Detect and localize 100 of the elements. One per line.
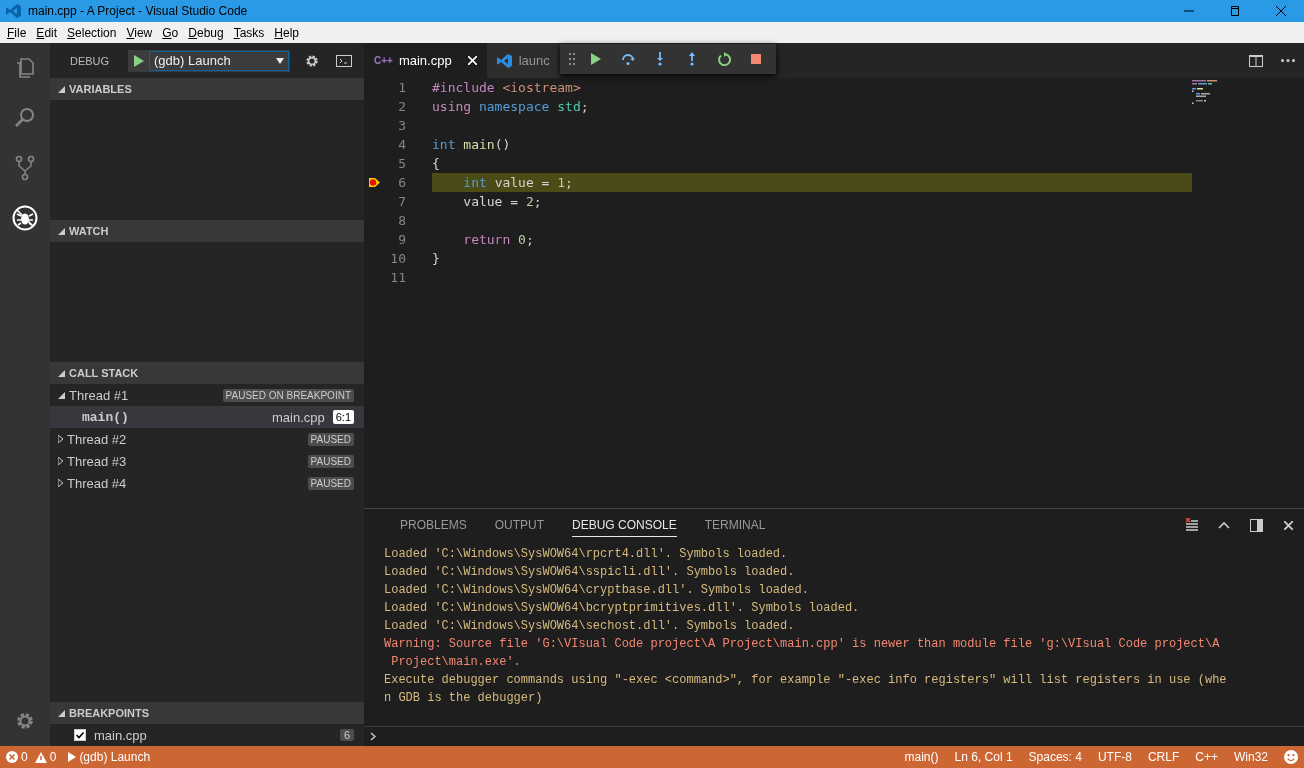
menu-item[interactable]: Tasks bbox=[228, 25, 270, 40]
smiley-icon[interactable] bbox=[1284, 750, 1298, 764]
thread-row[interactable]: Thread #4 PAUSED bbox=[50, 472, 364, 494]
error-count: 0 bbox=[21, 750, 28, 764]
collapsed-arrow-icon[interactable] bbox=[58, 457, 63, 465]
section-header[interactable]: BREAKPOINTS bbox=[50, 702, 364, 724]
code-line: using namespace std; bbox=[432, 98, 590, 116]
cpp-file-icon: C++ bbox=[374, 55, 393, 66]
step-over-icon[interactable] bbox=[620, 53, 635, 65]
console-line: Execute debugger commands using "-exec <command>", for example "-exec info registers" will list registers in use (whe bbox=[384, 672, 1228, 689]
editor-tab[interactable]: launc bbox=[486, 43, 560, 78]
line-number: 7 bbox=[397, 194, 406, 209]
line-number: 4 bbox=[397, 137, 406, 152]
thread-label: Thread #2 bbox=[67, 431, 128, 447]
breakpoint-icon[interactable] bbox=[367, 177, 381, 188]
panel-layout-icon[interactable] bbox=[1249, 518, 1263, 532]
play-icon bbox=[134, 54, 144, 67]
line-number: 6 bbox=[397, 175, 406, 190]
thread-row[interactable]: Thread #1 PAUSED ON BREAKPOINT bbox=[50, 384, 364, 406]
status-item[interactable]: Win32 bbox=[1234, 750, 1268, 764]
status-item[interactable]: C++ bbox=[1195, 750, 1218, 764]
line-number: 5 bbox=[397, 156, 406, 171]
panel-tab[interactable]: PROBLEMS bbox=[400, 513, 467, 537]
collapsed-arrow-icon[interactable] bbox=[58, 435, 63, 443]
close-icon[interactable] bbox=[1276, 6, 1286, 16]
split-editor-icon[interactable] bbox=[1249, 54, 1263, 67]
step-out-icon[interactable] bbox=[687, 52, 696, 66]
section-title: VARIABLES bbox=[69, 83, 132, 95]
drag-handle-icon[interactable] bbox=[568, 53, 575, 65]
play-icon bbox=[68, 752, 77, 762]
section-header[interactable]: VARIABLES bbox=[50, 78, 364, 100]
console-icon[interactable] bbox=[336, 54, 352, 67]
source-control-icon[interactable] bbox=[13, 155, 37, 181]
code-line: #include <iostream> bbox=[432, 79, 582, 97]
panel-tab[interactable]: OUTPUT bbox=[494, 513, 545, 537]
expanded-arrow-icon[interactable] bbox=[58, 85, 65, 93]
warning-count: 0 bbox=[49, 750, 57, 764]
code-line: value = 2; bbox=[462, 193, 543, 211]
line-number: 11 bbox=[389, 270, 406, 285]
line-number: 9 bbox=[397, 232, 406, 247]
sidebar-title: DEBUG bbox=[70, 54, 111, 67]
editor-tab[interactable]: C++ main.cpp bbox=[364, 43, 487, 78]
frame-file: main.cpp bbox=[271, 409, 325, 425]
chevron-up-icon[interactable] bbox=[1218, 521, 1230, 529]
configuration-dropdown[interactable]: (gdb) Launch bbox=[149, 50, 289, 71]
status-item[interactable]: main() bbox=[904, 750, 939, 764]
more-actions-icon[interactable] bbox=[1281, 59, 1295, 62]
status-badge: PAUSED ON BREAKPOINT bbox=[222, 388, 354, 402]
panel-tab[interactable]: DEBUG CONSOLE bbox=[572, 513, 677, 537]
expanded-arrow-icon[interactable] bbox=[58, 391, 65, 399]
menu-item[interactable]: Edit bbox=[31, 25, 63, 40]
dropdown-caret-icon bbox=[276, 57, 284, 64]
console-line: Loaded 'C:\Windows\SysWOW64\rpcrt4.dll'. Symbols loaded. bbox=[384, 546, 789, 563]
step-into-icon[interactable] bbox=[655, 52, 664, 66]
expanded-arrow-icon[interactable] bbox=[58, 369, 65, 377]
frame-position: 6:1 bbox=[332, 410, 354, 424]
section-title: WATCH bbox=[69, 225, 109, 237]
menu-item[interactable]: View bbox=[121, 25, 158, 40]
stop-icon[interactable] bbox=[750, 54, 761, 64]
restart-icon[interactable] bbox=[716, 52, 731, 66]
code-editor[interactable]: 1 #include <iostream> 2 using namespace std; 3 4 int main() 5 { 6 int value = 1; 7 value = 2; 8 9 return 0; 10 } 11 bbox=[364, 78, 1192, 508]
line-number: 2 bbox=[397, 99, 406, 114]
console-line: Loaded 'C:\Windows\SysWOW64\cryptbase.dll'. Symbols loaded. bbox=[384, 582, 810, 599]
expanded-arrow-icon[interactable] bbox=[58, 227, 65, 235]
menu-item[interactable]: Selection bbox=[62, 25, 122, 40]
section-header[interactable]: CALL STACK bbox=[50, 362, 364, 384]
line-number: 10 bbox=[389, 251, 406, 266]
status-item[interactable]: UTF-8 bbox=[1097, 750, 1132, 764]
stack-frame-row[interactable]: main() main.cpp 6:1 bbox=[50, 406, 364, 428]
menu-item[interactable]: Go bbox=[157, 25, 184, 40]
menu-item[interactable]: File bbox=[2, 25, 32, 40]
debug-launch-item[interactable]: (gdb) Launch bbox=[68, 750, 151, 764]
menu-item[interactable]: Help bbox=[269, 25, 305, 40]
status-item[interactable]: CRLF bbox=[1147, 750, 1180, 764]
collapsed-arrow-icon[interactable] bbox=[58, 479, 63, 487]
status-badge: PAUSED bbox=[307, 432, 354, 446]
window-title: main.cpp - A Project - Visual Studio Code bbox=[28, 4, 249, 18]
section-title: BREAKPOINTS bbox=[69, 707, 150, 719]
frame-function: main() bbox=[82, 409, 130, 425]
continue-icon[interactable] bbox=[590, 53, 601, 65]
warning-icon bbox=[34, 751, 47, 763]
status-item[interactable]: Ln 6, Col 1 bbox=[954, 750, 1013, 764]
section-title: CALL STACK bbox=[69, 367, 139, 379]
status-item[interactable]: Spaces: 4 bbox=[1028, 750, 1082, 764]
thread-row[interactable]: Thread #3 PAUSED bbox=[50, 450, 364, 472]
breakpoint-row[interactable]: main.cpp 6 bbox=[50, 724, 364, 746]
section-header[interactable]: WATCH bbox=[50, 220, 364, 242]
menu-item[interactable]: Debug bbox=[183, 25, 229, 40]
restore-icon[interactable] bbox=[1230, 6, 1240, 16]
console-line: n GDB is the debugger) bbox=[384, 690, 544, 707]
start-debugging-button[interactable] bbox=[129, 50, 149, 71]
code-line: return 0; bbox=[462, 231, 535, 249]
thread-row[interactable]: Thread #2 PAUSED bbox=[50, 428, 364, 450]
panel-tab[interactable]: TERMINAL bbox=[704, 513, 766, 537]
debug-icon[interactable] bbox=[12, 205, 38, 231]
code-line: } bbox=[432, 250, 441, 268]
clear-console-icon[interactable] bbox=[1185, 518, 1199, 532]
checkbox[interactable] bbox=[74, 729, 86, 741]
problems-indicator[interactable]: 0 0 bbox=[6, 750, 57, 764]
expanded-arrow-icon[interactable] bbox=[58, 709, 65, 717]
